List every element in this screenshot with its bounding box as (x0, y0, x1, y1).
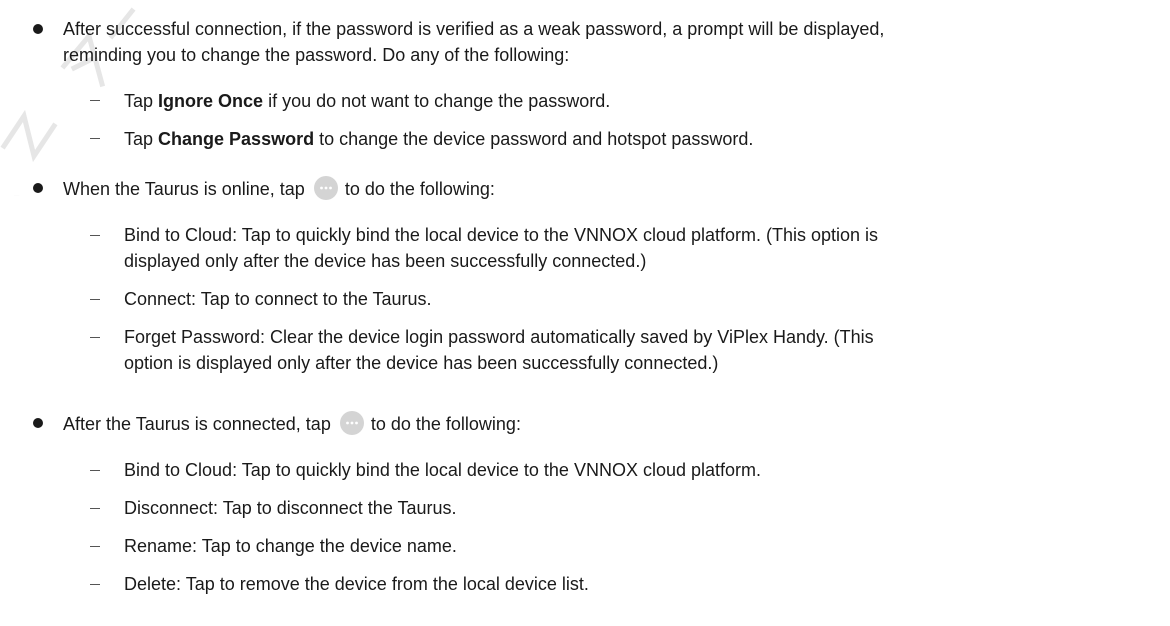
dash-marker (90, 138, 100, 139)
dash-marker (90, 470, 100, 471)
paragraph-line: reminding you to change the password. Do… (63, 45, 570, 65)
dash-marker (90, 100, 100, 101)
dash-marker (90, 235, 100, 236)
more-icon (339, 410, 365, 436)
sub-item-text: displayed only after the device has been… (124, 251, 647, 271)
bullet-dot (33, 183, 43, 193)
sub-item-text: Disconnect: Tap to disconnect the Taurus… (124, 498, 457, 518)
paragraph-line: When the Taurus is online, tap to do the … (63, 175, 1163, 202)
sub-item-text: Bind to Cloud: Tap to quickly bind the l… (124, 460, 762, 480)
dash-marker (90, 584, 100, 585)
sub-item-text: Rename: Tap to change the device name. (124, 536, 457, 556)
bullet-dot (33, 24, 43, 34)
paragraph-line: After the Taurus is connected, tap to do … (63, 410, 1163, 437)
sub-item-text: Tap Ignore Once if you do not want to ch… (124, 91, 611, 111)
sub-item-text: Delete: Tap to remove the device from th… (124, 574, 589, 594)
watermark-text: NOVASTAR (14, 194, 20, 197)
sub-item-text: option is displayed only after the devic… (124, 353, 719, 373)
sub-item-text: Bind to Cloud: Tap to quickly bind the l… (124, 225, 879, 245)
bullet-dot (33, 418, 43, 428)
sub-item-text: Connect: Tap to connect to the Taurus. (124, 289, 432, 309)
dash-marker (90, 299, 100, 300)
more-icon (313, 175, 339, 201)
sub-item-text: Forget Password: Clear the device login … (124, 327, 874, 347)
dash-marker (90, 546, 100, 547)
paragraph-line: After successful connection, if the pass… (63, 19, 885, 39)
dash-marker (90, 508, 100, 509)
dash-marker (90, 337, 100, 338)
sub-item-text: Tap Change Password to change the device… (124, 129, 754, 149)
ignore-once-label: Ignore Once (158, 91, 264, 111)
change-password-label: Change Password (158, 129, 315, 149)
